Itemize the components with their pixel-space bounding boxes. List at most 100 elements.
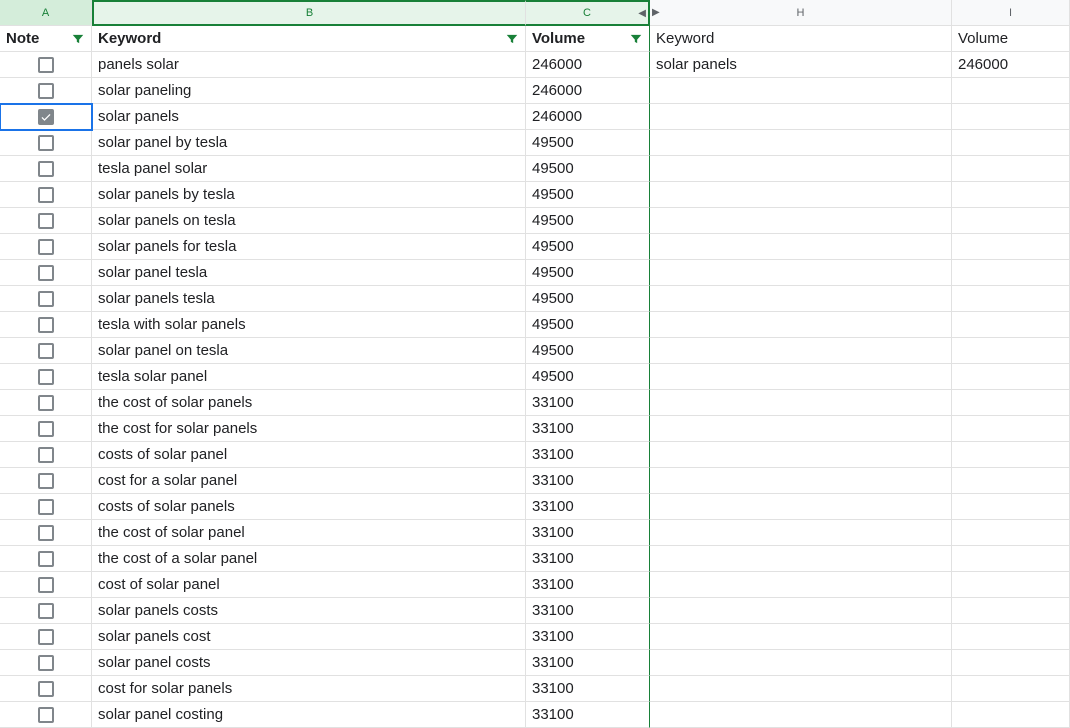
checkbox[interactable] [38, 135, 54, 151]
cell-keyword2[interactable] [650, 286, 952, 312]
cell-volume2[interactable] [952, 260, 1070, 286]
checkbox[interactable] [38, 577, 54, 593]
cell-note[interactable] [0, 260, 92, 286]
checkbox[interactable] [38, 499, 54, 515]
cell-volume[interactable]: 33100 [526, 702, 650, 728]
cell-volume[interactable]: 246000 [526, 104, 650, 130]
cell-keyword2[interactable] [650, 260, 952, 286]
cell-keyword2[interactable] [650, 182, 952, 208]
checkbox[interactable] [38, 369, 54, 385]
cell-keyword2[interactable] [650, 676, 952, 702]
cell-volume2[interactable] [952, 312, 1070, 338]
cell-keyword2[interactable] [650, 650, 952, 676]
cell-volume[interactable]: 33100 [526, 442, 650, 468]
cell-keyword[interactable]: tesla panel solar [92, 156, 526, 182]
cell-volume2[interactable] [952, 468, 1070, 494]
cell-keyword[interactable]: solar panels for tesla [92, 234, 526, 260]
collapse-left-icon[interactable]: ◀ [638, 8, 646, 19]
cell-note[interactable] [0, 390, 92, 416]
cell-volume2[interactable] [952, 208, 1070, 234]
cell-keyword[interactable]: costs of solar panel [92, 442, 526, 468]
checkbox[interactable] [38, 343, 54, 359]
cell-keyword2[interactable] [650, 572, 952, 598]
cell-keyword[interactable]: solar panel costing [92, 702, 526, 728]
filter-icon[interactable] [629, 32, 643, 46]
cell-keyword2[interactable] [650, 442, 952, 468]
cell-keyword2[interactable] [650, 494, 952, 520]
cell-volume[interactable]: 33100 [526, 468, 650, 494]
cell-note[interactable] [0, 130, 92, 156]
checkbox[interactable] [38, 187, 54, 203]
cell-keyword[interactable]: solar panels cost [92, 624, 526, 650]
cell-note[interactable] [0, 338, 92, 364]
cell-volume2[interactable] [952, 598, 1070, 624]
cell-keyword[interactable]: solar panels on tesla [92, 208, 526, 234]
cell-volume[interactable]: 49500 [526, 130, 650, 156]
cell-keyword[interactable]: costs of solar panels [92, 494, 526, 520]
cell-volume2[interactable] [952, 416, 1070, 442]
cell-volume[interactable]: 49500 [526, 312, 650, 338]
checkbox[interactable] [38, 213, 54, 229]
header-keyword[interactable]: Keyword [92, 26, 526, 52]
cell-volume2[interactable] [952, 650, 1070, 676]
cell-keyword2[interactable] [650, 338, 952, 364]
cell-keyword2[interactable] [650, 234, 952, 260]
cell-volume2[interactable] [952, 130, 1070, 156]
checkbox[interactable] [38, 57, 54, 73]
cell-note[interactable] [0, 364, 92, 390]
cell-note[interactable] [0, 312, 92, 338]
cell-keyword[interactable]: solar panel tesla [92, 260, 526, 286]
cell-keyword[interactable]: solar panel costs [92, 650, 526, 676]
cell-volume[interactable]: 33100 [526, 520, 650, 546]
checkbox[interactable] [38, 265, 54, 281]
cell-volume2[interactable] [952, 702, 1070, 728]
cell-keyword2[interactable] [650, 156, 952, 182]
cell-volume[interactable]: 33100 [526, 624, 650, 650]
cell-volume2[interactable] [952, 624, 1070, 650]
cell-keyword[interactable]: panels solar [92, 52, 526, 78]
cell-volume[interactable]: 49500 [526, 182, 650, 208]
cell-keyword[interactable]: the cost of a solar panel [92, 546, 526, 572]
cell-keyword2[interactable] [650, 468, 952, 494]
cell-volume2[interactable] [952, 520, 1070, 546]
column-header-B[interactable]: B [92, 0, 526, 26]
cell-volume2[interactable] [952, 104, 1070, 130]
cell-keyword[interactable]: the cost of solar panels [92, 390, 526, 416]
cell-note[interactable] [0, 52, 92, 78]
cell-keyword2[interactable] [650, 390, 952, 416]
cell-note[interactable] [0, 624, 92, 650]
cell-volume[interactable]: 33100 [526, 572, 650, 598]
cell-volume[interactable]: 49500 [526, 234, 650, 260]
cell-keyword[interactable]: solar panels costs [92, 598, 526, 624]
cell-keyword2[interactable] [650, 702, 952, 728]
column-header-H[interactable]: ▶H [650, 0, 952, 26]
cell-volume2[interactable] [952, 156, 1070, 182]
cell-keyword[interactable]: cost of solar panel [92, 572, 526, 598]
cell-volume2[interactable] [952, 364, 1070, 390]
cell-keyword[interactable]: tesla solar panel [92, 364, 526, 390]
cell-keyword2[interactable] [650, 624, 952, 650]
cell-volume[interactable]: 246000 [526, 78, 650, 104]
cell-note[interactable] [0, 546, 92, 572]
cell-keyword2[interactable] [650, 130, 952, 156]
cell-note[interactable] [0, 572, 92, 598]
cell-note[interactable] [0, 598, 92, 624]
column-header-C[interactable]: C◀ [526, 0, 650, 26]
checkbox[interactable] [38, 239, 54, 255]
header-note[interactable]: Note [0, 26, 92, 52]
cell-note[interactable] [0, 702, 92, 728]
column-header-A[interactable]: A [0, 0, 92, 26]
cell-volume[interactable]: 49500 [526, 364, 650, 390]
header-volume[interactable]: Volume [526, 26, 650, 52]
column-header-I[interactable]: I [952, 0, 1070, 26]
cell-keyword[interactable]: solar panels by tesla [92, 182, 526, 208]
cell-volume[interactable]: 33100 [526, 598, 650, 624]
cell-volume[interactable]: 33100 [526, 676, 650, 702]
cell-volume[interactable]: 49500 [526, 286, 650, 312]
cell-note[interactable] [0, 494, 92, 520]
header-keyword2[interactable]: Keyword [650, 26, 952, 52]
cell-note[interactable] [0, 468, 92, 494]
cell-volume[interactable]: 33100 [526, 416, 650, 442]
cell-volume[interactable]: 33100 [526, 650, 650, 676]
cell-keyword2[interactable] [650, 598, 952, 624]
